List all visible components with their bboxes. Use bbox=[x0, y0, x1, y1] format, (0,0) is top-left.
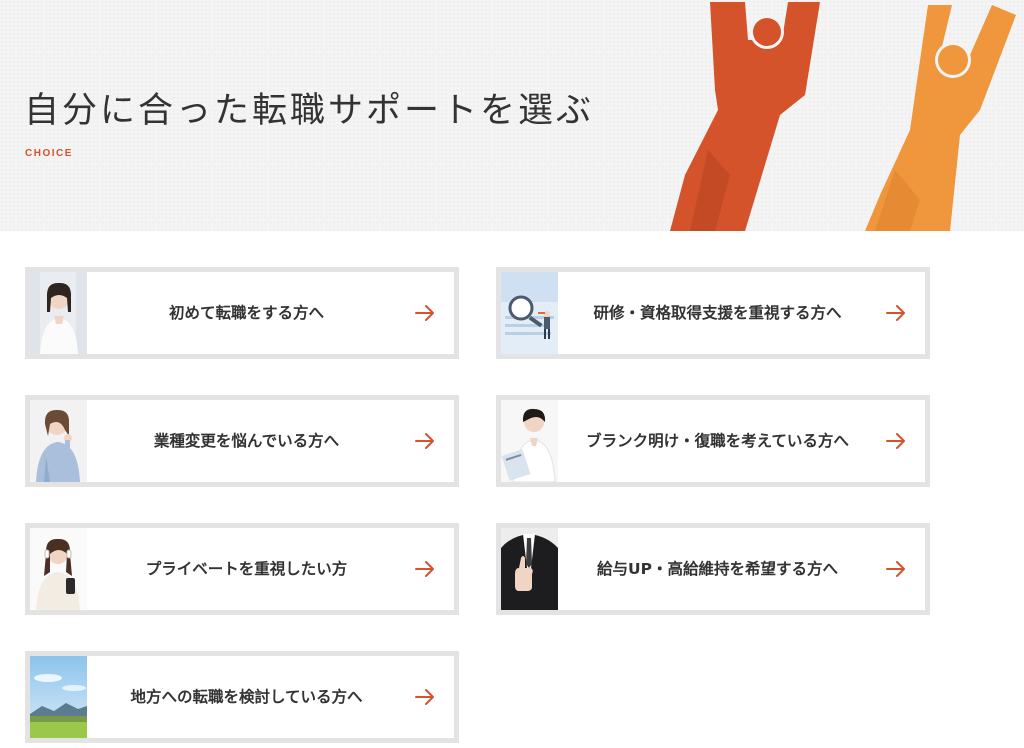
thinking-woman-thumbnail bbox=[30, 400, 87, 482]
page-title: 自分に合った転職サポートを選ぶ bbox=[24, 91, 595, 131]
arrow-right-icon bbox=[415, 305, 434, 321]
arrow-right-icon bbox=[415, 561, 434, 577]
jumping-figures-illustration bbox=[670, 2, 1016, 231]
card-label: ブランク明け・復職を考えている方へ bbox=[586, 431, 849, 450]
hero-banner: 自分に合った転職サポートを選ぶ CHOICE bbox=[0, 0, 1024, 231]
card-return-to-work[interactable]: ブランク明け・復職を考えている方へ bbox=[496, 395, 930, 487]
card-training-certification[interactable]: 研修・資格取得支援を重視する方へ bbox=[496, 267, 930, 359]
card-industry-change[interactable]: 業種変更を悩んでいる方へ bbox=[25, 395, 459, 487]
card-regional-job-change[interactable]: 地方への転職を検討している方へ bbox=[25, 651, 459, 743]
woman-portrait-thumbnail bbox=[30, 272, 87, 354]
arrow-right-icon bbox=[415, 689, 434, 705]
countryside-landscape-thumbnail bbox=[30, 656, 87, 738]
card-private-life[interactable]: プライベートを重視したい方 bbox=[25, 523, 459, 615]
card-label: プライベートを重視したい方 bbox=[145, 559, 348, 578]
card-salary-up[interactable]: 給与UP・高給維持を希望する方へ bbox=[496, 523, 930, 615]
card-label: 地方への転職を検討している方へ bbox=[130, 687, 363, 706]
arrow-right-icon bbox=[886, 561, 905, 577]
card-label: 初めて転職をする方へ bbox=[168, 303, 324, 322]
arrow-right-icon bbox=[415, 433, 434, 449]
woman-with-clipboard-thumbnail bbox=[501, 400, 558, 482]
arrow-right-icon bbox=[886, 433, 905, 449]
card-label: 業種変更を悩んでいる方へ bbox=[153, 431, 340, 450]
magnifier-illustration-thumbnail bbox=[501, 272, 558, 354]
card-first-time-job-change[interactable]: 初めて転職をする方へ bbox=[25, 267, 459, 359]
arrow-right-icon bbox=[886, 305, 905, 321]
woman-with-headphones-thumbnail bbox=[30, 528, 87, 610]
card-label: 研修・資格取得支援を重視する方へ bbox=[593, 303, 842, 322]
card-label: 給与UP・高給維持を希望する方へ bbox=[597, 559, 838, 578]
page-subtitle: CHOICE bbox=[25, 148, 73, 159]
businessman-thumbs-up-thumbnail bbox=[501, 528, 558, 610]
